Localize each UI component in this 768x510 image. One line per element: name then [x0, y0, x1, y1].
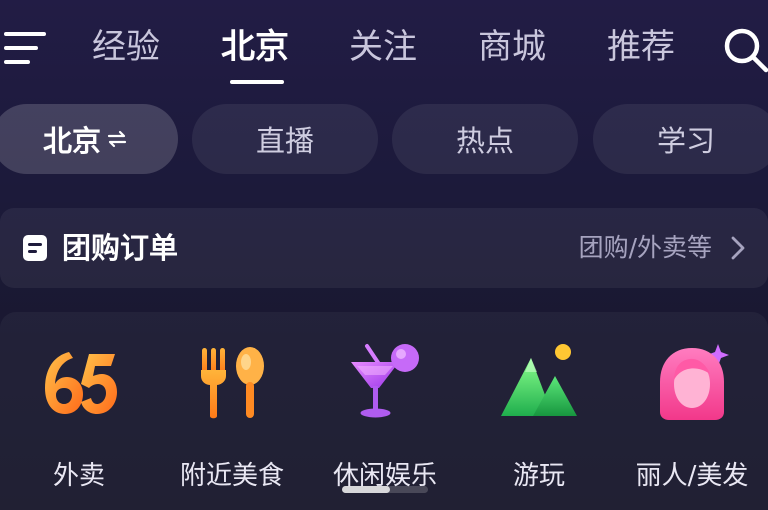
chevron-right-icon: [731, 236, 745, 260]
fork-spoon-icon: [201, 347, 264, 419]
menu-icon[interactable]: [2, 28, 48, 68]
service-play[interactable]: 游玩: [464, 342, 614, 491]
swap-arrows-icon: [107, 130, 127, 148]
service-beauty[interactable]: 丽人/美发: [617, 342, 767, 491]
carousel-scroll-thumb: [342, 486, 390, 493]
filter-pill-study[interactable]: 学习: [593, 104, 768, 174]
top-tab-bar: 经验 北京 关注 商城 推荐: [0, 0, 768, 96]
service-label: 附近美食: [179, 461, 284, 491]
service-label: 丽人/美发: [635, 461, 749, 491]
group-order-card[interactable]: 团购订单 团购/外卖等: [0, 208, 768, 288]
search-icon[interactable]: [720, 24, 768, 74]
service-label: 外卖: [52, 461, 105, 491]
group-order-title: 团购订单: [62, 231, 179, 265]
tab-recommend[interactable]: 推荐: [607, 24, 675, 70]
mountain-sun-icon: [501, 344, 577, 416]
service-takeout[interactable]: 外卖: [4, 342, 154, 491]
service-grid: 外卖 附近美食 休闲娱乐 游玩 丽人/美发: [0, 312, 768, 510]
active-tab-indicator: [230, 80, 284, 84]
document-icon: [23, 235, 47, 261]
filter-pill-live[interactable]: 直播: [192, 104, 378, 174]
filter-pill-hot[interactable]: 热点: [392, 104, 578, 174]
city-selector-label: 北京: [42, 124, 101, 158]
group-order-subtitle: 团购/外卖等: [578, 233, 712, 262]
tab-beijing[interactable]: 北京: [221, 24, 289, 70]
service-nearby-food[interactable]: 附近美食: [157, 342, 307, 491]
tab-experience[interactable]: 经验: [92, 24, 160, 70]
filter-pill-label: 学习: [656, 124, 715, 158]
woman-hair-icon: [660, 344, 729, 420]
cocktail-icon: [351, 344, 419, 418]
service-label: 游玩: [512, 461, 565, 491]
takeout-65-icon: [45, 352, 117, 414]
tab-mall[interactable]: 商城: [478, 24, 546, 70]
tab-following[interactable]: 关注: [349, 24, 417, 70]
city-selector-pill[interactable]: 北京: [0, 104, 178, 174]
filter-pill-label: 热点: [455, 124, 514, 158]
filter-pill-label: 直播: [255, 124, 314, 158]
service-leisure[interactable]: 休闲娱乐: [310, 342, 460, 491]
